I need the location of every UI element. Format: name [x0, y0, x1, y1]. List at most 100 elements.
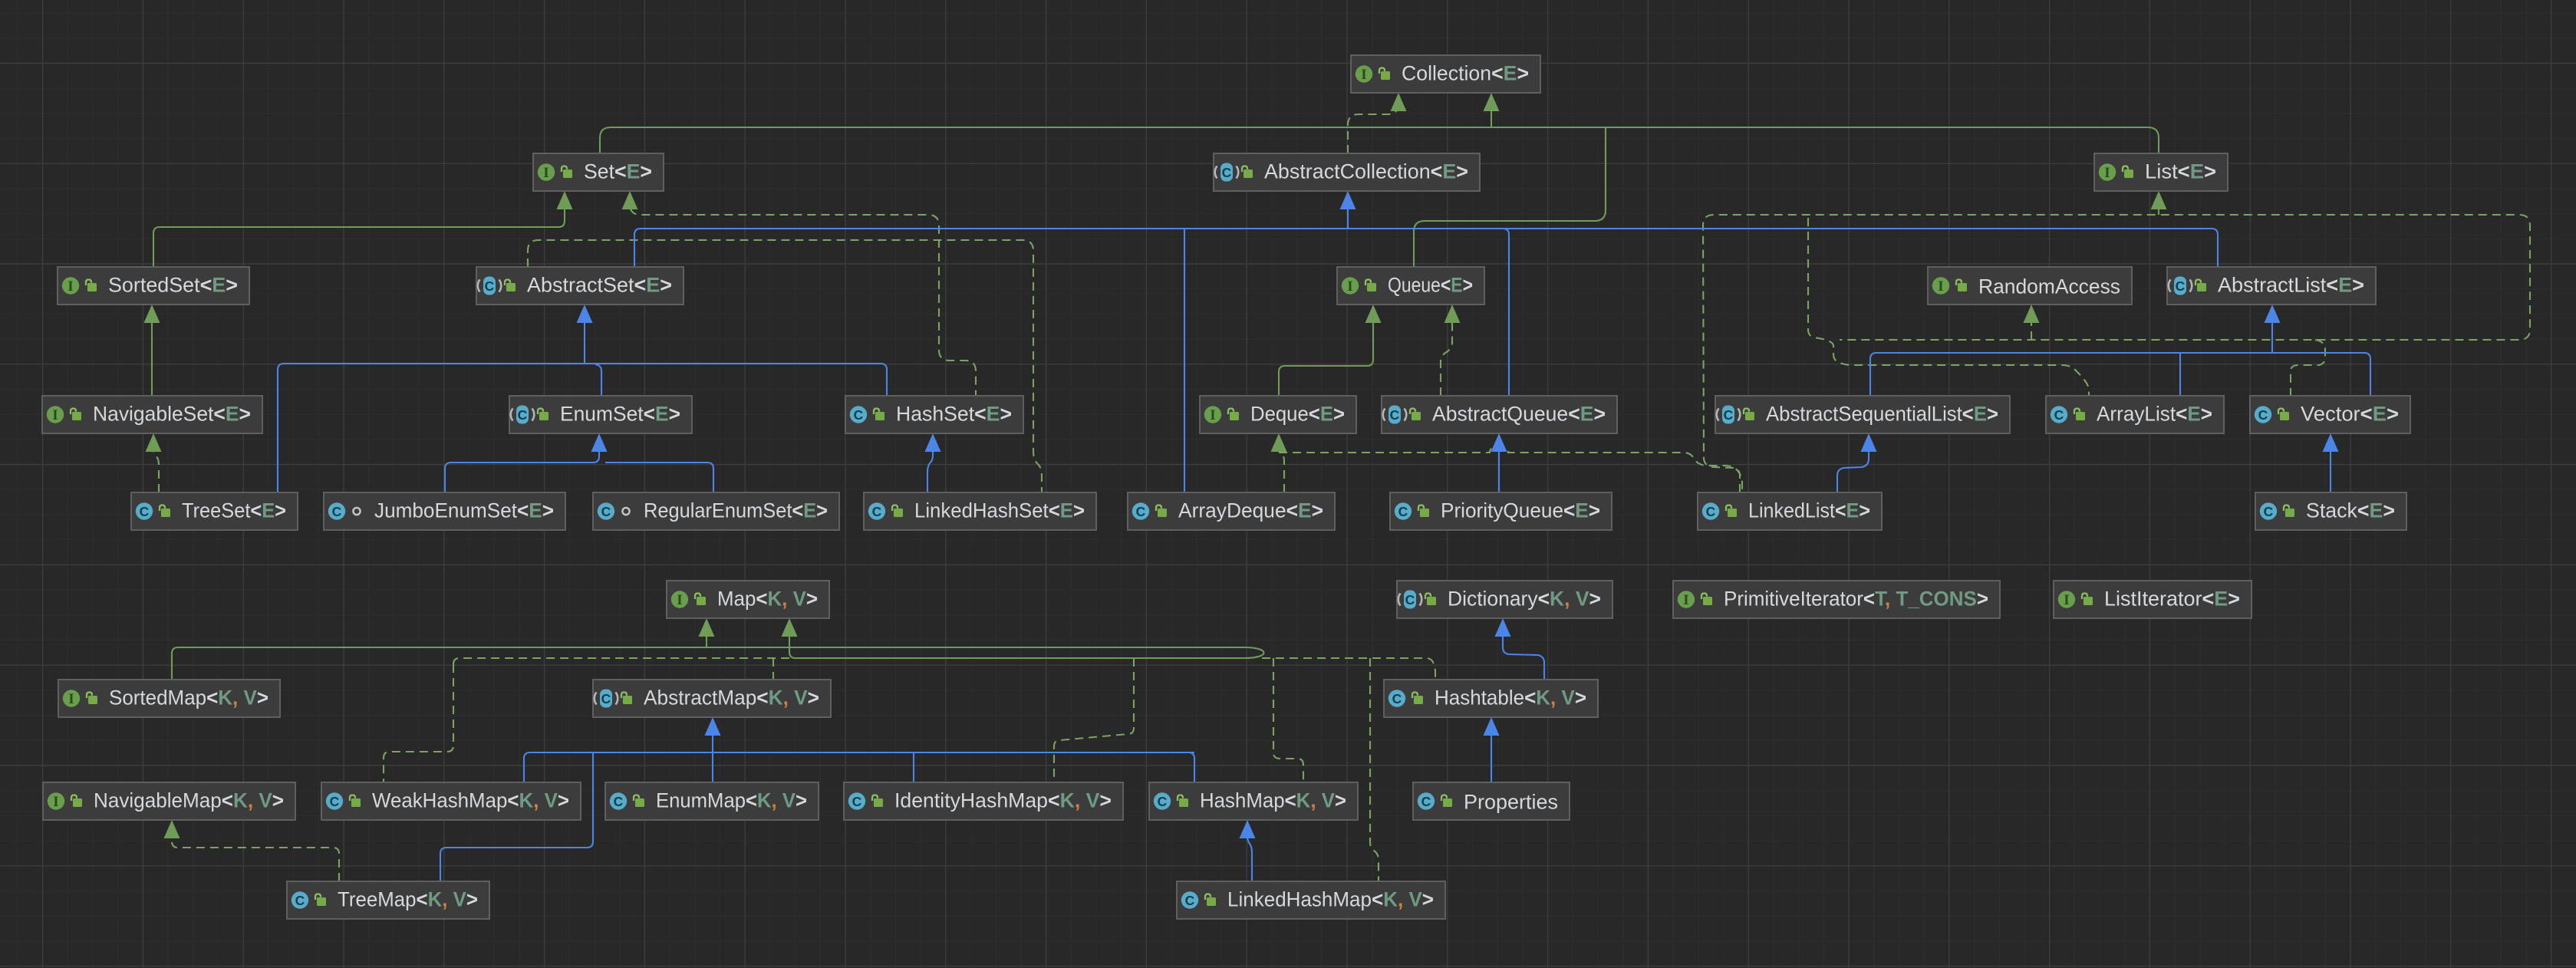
svg-text:<E>: <E> [1441, 274, 1473, 297]
svg-text:<E>: <E> [1568, 403, 1606, 426]
svg-text:I: I [53, 794, 58, 810]
svg-text:<E>: <E> [250, 499, 286, 522]
svg-text:SortedMap: SortedMap [109, 686, 206, 710]
svg-text:RegularEnumSet: RegularEnumSet [644, 499, 792, 522]
svg-text:C: C [332, 504, 342, 519]
svg-text:HashMap: HashMap [1200, 789, 1285, 812]
svg-text:<E>: <E> [614, 160, 652, 183]
svg-text:<K, V>: <K, V> [756, 686, 819, 710]
svg-text:C: C [1421, 794, 1431, 809]
svg-text:<E>: <E> [200, 274, 238, 297]
svg-text:LinkedHashSet: LinkedHashSet [914, 499, 1049, 522]
svg-text:C: C [1724, 407, 1734, 423]
svg-text:<E>: <E> [1835, 499, 1870, 522]
svg-text:C: C [1158, 794, 1168, 809]
svg-text:<K, V>: <K, V> [1538, 588, 1601, 611]
svg-text:<K, V>: <K, V> [1048, 789, 1112, 812]
svg-text:C: C [2054, 407, 2064, 423]
svg-text:Queue: Queue [1388, 274, 1441, 297]
svg-text:PrimitiveIterator: PrimitiveIterator [1724, 588, 1863, 611]
svg-text:C: C [330, 794, 340, 809]
svg-text:IdentityHashMap: IdentityHashMap [894, 789, 1048, 812]
svg-text:WeakHashMap: WeakHashMap [372, 789, 507, 812]
svg-text:C: C [1405, 592, 1415, 607]
svg-text:Hashtable: Hashtable [1435, 686, 1524, 710]
svg-text:ListIterator: ListIterator [2104, 588, 2202, 611]
svg-text:C: C [295, 893, 305, 908]
svg-text:C: C [601, 504, 611, 519]
svg-text:AbstractCollection: AbstractCollection [1264, 160, 1431, 183]
svg-text:<E>: <E> [2176, 403, 2212, 426]
svg-text:I: I [1347, 278, 1352, 295]
svg-text:Vector: Vector [2301, 403, 2360, 426]
svg-text:<E>: <E> [1962, 403, 1998, 426]
svg-text:AbstractSequentialList: AbstractSequentialList [1766, 403, 1962, 426]
svg-text:I: I [543, 165, 548, 181]
svg-text:C: C [1392, 691, 1402, 706]
svg-text:I: I [68, 278, 73, 295]
svg-text:<K, V>: <K, V> [1285, 789, 1346, 812]
svg-text:LinkedHashMap: LinkedHashMap [1227, 888, 1372, 911]
svg-text:I: I [52, 407, 58, 423]
svg-text:C: C [601, 691, 611, 706]
svg-text:C: C [1185, 893, 1195, 908]
svg-text:Stack: Stack [2306, 499, 2358, 522]
svg-text:<K, V>: <K, V> [756, 588, 818, 611]
svg-text:PriorityQueue: PriorityQueue [1441, 499, 1563, 522]
svg-text:AbstractMap: AbstractMap [644, 686, 756, 710]
svg-text:<E>: <E> [1431, 160, 1468, 183]
svg-text:<K, V>: <K, V> [746, 789, 807, 812]
svg-text:<K, V>: <K, V> [1372, 888, 1434, 911]
svg-text:C: C [1398, 504, 1408, 519]
svg-text:I: I [2064, 592, 2069, 608]
svg-text:C: C [518, 407, 528, 423]
svg-text:<E>: <E> [634, 274, 673, 297]
svg-text:HashSet: HashSet [896, 403, 975, 426]
svg-text:<E>: <E> [2326, 274, 2364, 297]
svg-text:I: I [677, 592, 682, 608]
svg-text:<E>: <E> [1049, 499, 1085, 522]
svg-text:<E>: <E> [517, 499, 554, 522]
svg-text:C: C [1222, 165, 1232, 180]
svg-text:NavigableSet: NavigableSet [93, 403, 214, 426]
svg-text:C: C [854, 407, 864, 423]
svg-text:Map: Map [717, 588, 756, 611]
svg-text:<E>: <E> [2360, 403, 2399, 426]
svg-text:I: I [1210, 407, 1215, 423]
svg-text:List: List [2145, 160, 2178, 183]
svg-text:C: C [852, 794, 862, 809]
svg-text:EnumSet: EnumSet [560, 403, 644, 426]
svg-text:AbstractQueue: AbstractQueue [1432, 403, 1568, 426]
svg-text:RandomAccess: RandomAccess [1978, 275, 2120, 298]
svg-text:<T, T_CONS>: <T, T_CONS> [1863, 588, 1988, 611]
svg-text:<K, V>: <K, V> [206, 686, 268, 710]
svg-text:C: C [1706, 504, 1716, 519]
svg-text:I: I [1938, 278, 1943, 295]
svg-text:Dictionary: Dictionary [1448, 588, 1538, 611]
svg-text:<E>: <E> [1491, 62, 1529, 85]
svg-text:SortedSet: SortedSet [108, 274, 200, 297]
svg-text:ArrayDeque: ArrayDeque [1178, 499, 1286, 522]
svg-text:C: C [1136, 504, 1146, 519]
svg-text:<K, V>: <K, V> [1524, 686, 1586, 710]
svg-text:<E>: <E> [974, 403, 1012, 426]
svg-text:<K, V>: <K, V> [417, 888, 479, 911]
svg-text:<K, V>: <K, V> [507, 789, 569, 812]
svg-text:I: I [1361, 67, 1366, 83]
svg-text:<E>: <E> [213, 403, 251, 426]
svg-text:<E>: <E> [792, 499, 828, 522]
svg-text:I: I [1683, 592, 1688, 608]
svg-text:C: C [2258, 407, 2268, 423]
svg-text:<E>: <E> [644, 403, 680, 426]
svg-text:<E>: <E> [2357, 499, 2395, 522]
svg-text:C: C [140, 504, 150, 519]
svg-text:JumboEnumSet: JumboEnumSet [374, 499, 518, 522]
svg-text:C: C [872, 504, 882, 519]
svg-text:TreeMap: TreeMap [338, 888, 417, 911]
svg-text:Set: Set [584, 160, 615, 183]
svg-text:NavigableMap: NavigableMap [94, 789, 222, 812]
svg-text:C: C [2176, 278, 2186, 294]
svg-text:TreeSet: TreeSet [182, 499, 251, 522]
svg-text:I: I [68, 691, 74, 707]
svg-text:Properties: Properties [1464, 791, 1558, 814]
